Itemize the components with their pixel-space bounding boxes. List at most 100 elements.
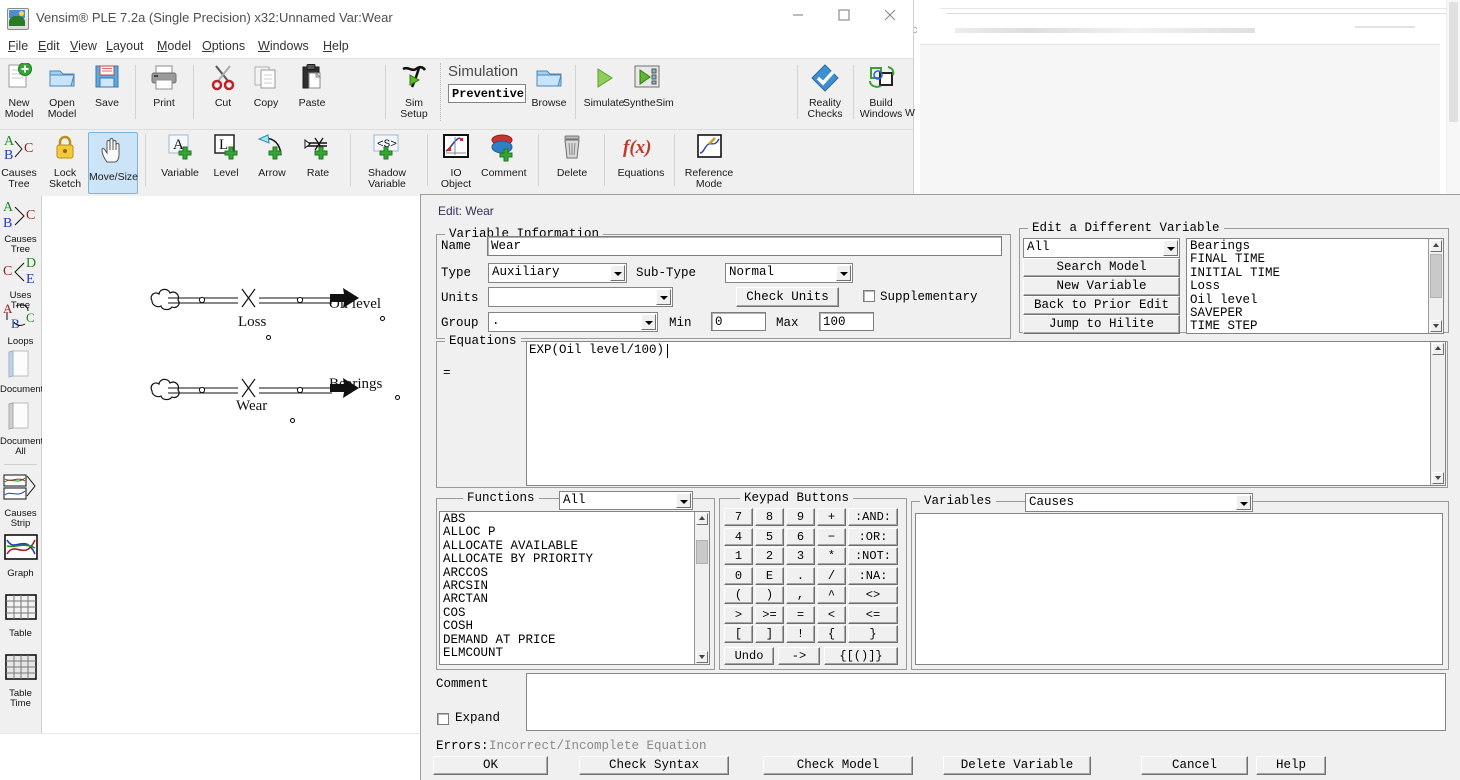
rate-label-wear[interactable]: Wear [236, 398, 267, 415]
tool-causes-strip[interactable]: Causes Strip [0, 472, 41, 530]
keypad-button[interactable]: * [817, 547, 846, 565]
keypad-button[interactable]: >= [755, 605, 784, 624]
keypad-button[interactable]: , [786, 586, 815, 604]
keypad-button[interactable]: 8 [755, 508, 784, 526]
chevron-down-icon[interactable] [656, 289, 671, 305]
delete-variable-button[interactable]: Delete Variable [943, 756, 1091, 775]
keypad-button[interactable]: E [755, 566, 784, 585]
keypad-button[interactable]: 1 [724, 547, 753, 565]
rate-label-loss[interactable]: Loss [238, 314, 266, 331]
chevron-down-icon[interactable] [1163, 240, 1178, 256]
open-model-button[interactable]: Open Model [43, 63, 81, 120]
help-button[interactable]: Help [1256, 756, 1326, 775]
handle-bearings[interactable] [395, 395, 400, 400]
function-list-item[interactable]: ALLOCATE AVAILABLE [440, 539, 693, 553]
keypad-button[interactable]: 7 [724, 508, 753, 526]
tool-loops[interactable]: ABC Loops [0, 300, 41, 347]
maximize-icon[interactable] [821, 0, 867, 30]
reality-checks-button[interactable]: Reality Checks [803, 63, 847, 120]
function-list-item[interactable]: DEMAND AT PRICE [440, 633, 693, 647]
sim-setup-button[interactable]: Sim Setup [392, 63, 436, 120]
variable-list[interactable]: Bearings FINAL TIME INITIAL TIME Loss Oil le… [1186, 238, 1444, 334]
keypad-button[interactable]: ! [786, 625, 815, 643]
new-model-button[interactable]: New Model [0, 62, 38, 120]
variable-list-item[interactable]: Oil level [1187, 293, 1427, 307]
handle-loss[interactable] [266, 335, 271, 340]
add-level-button[interactable]: L Level [206, 133, 246, 179]
keypad-button[interactable]: . [786, 566, 815, 585]
handle-oil-level[interactable] [380, 316, 385, 321]
expand-checkbox[interactable] [437, 713, 449, 725]
keypad-button[interactable]: [ [724, 625, 753, 643]
scroll-up-icon[interactable] [1432, 343, 1444, 355]
keypad-button[interactable]: {[()]} [824, 646, 898, 665]
scrollbar-thumb[interactable] [1430, 254, 1442, 298]
keypad-button[interactable]: :NOT: [848, 547, 898, 565]
variable-list-item[interactable]: Loss [1187, 279, 1427, 293]
function-list-item[interactable]: ARCTAN [440, 593, 693, 607]
add-rate-button[interactable]: Rate [298, 133, 338, 179]
new-variable-button[interactable]: New Variable [1023, 277, 1180, 296]
keypad-button[interactable]: / [817, 566, 846, 585]
function-list-item[interactable]: ARCCOS [440, 566, 693, 580]
add-variable-button[interactable]: A Variable [158, 133, 202, 179]
browse-button[interactable]: Browse [530, 63, 568, 109]
menu-windows[interactable]: Windows [253, 38, 314, 54]
keypad-button[interactable]: :AND: [848, 508, 898, 526]
check-units-button[interactable]: Check Units [736, 287, 839, 307]
menu-help[interactable]: Help [318, 38, 354, 54]
scroll-down-icon[interactable] [1430, 320, 1442, 332]
add-comment-button[interactable]: Comment [481, 133, 527, 179]
menu-edit[interactable]: Edit [33, 38, 65, 54]
equation-editor[interactable]: EXP(Oil level/100) [526, 341, 1446, 486]
tool-table-time[interactable]: Table Time [0, 652, 41, 710]
keypad-button[interactable]: -> [778, 646, 820, 665]
scroll-up-icon[interactable] [1430, 240, 1442, 252]
keypad-button[interactable]: + [817, 508, 846, 526]
keypad-button[interactable]: 5 [755, 527, 784, 546]
close-icon[interactable] [867, 0, 913, 30]
variable-list-scrollbar[interactable] [1428, 239, 1443, 333]
variable-list-item[interactable]: FINAL TIME [1187, 252, 1427, 266]
check-syntax-button[interactable]: Check Syntax [579, 756, 729, 775]
paste-button[interactable]: Paste [291, 63, 333, 109]
function-list-item[interactable]: COS [440, 606, 693, 620]
keypad-button[interactable]: > [724, 605, 753, 624]
variable-list-items[interactable]: Bearings FINAL TIME INITIAL TIME Loss Oil le… [1187, 239, 1427, 333]
tool-graph[interactable]: Graph [0, 532, 41, 579]
stock-label-bearings[interactable]: Bearings [329, 376, 382, 393]
minimize-icon[interactable] [775, 0, 821, 30]
check-model-button[interactable]: Check Model [763, 756, 913, 775]
keypad-button[interactable]: 3 [786, 547, 815, 565]
min-input[interactable]: 0 [711, 312, 766, 331]
variable-list-item[interactable]: TIME STEP [1187, 320, 1427, 333]
keypad-button[interactable]: = [786, 605, 815, 624]
keypad-button[interactable]: <> [848, 586, 898, 604]
function-list[interactable]: ABS ALLOC P ALLOCATE AVAILABLE ALLOCATE BY … [439, 511, 710, 665]
keypad-button[interactable]: ) [755, 586, 784, 604]
print-button[interactable]: Print [144, 63, 184, 109]
menu-options[interactable]: Options [197, 38, 250, 54]
equations-button[interactable]: f(x) Equations [615, 133, 667, 179]
variable-list-item[interactable]: SAVEPER [1187, 306, 1427, 320]
menu-file[interactable]: File [3, 38, 33, 54]
keypad-button[interactable]: :OR: [848, 527, 898, 546]
keypad-button[interactable]: ( [724, 586, 753, 604]
keypad-button[interactable]: <= [848, 605, 898, 624]
keypad-button[interactable]: :NA: [848, 566, 898, 585]
scrollbar-thumb[interactable] [696, 540, 708, 564]
keypad-button[interactable]: 6 [786, 527, 815, 546]
chevron-down-icon[interactable] [1236, 495, 1251, 510]
build-windows-button[interactable]: Build Windows [858, 63, 904, 120]
move-size-button[interactable]: Move/Size [88, 132, 138, 194]
variable-list-item[interactable]: INITIAL TIME [1187, 266, 1427, 280]
save-button[interactable]: Save [87, 63, 127, 109]
name-input[interactable]: Wear [487, 236, 1002, 256]
sketch-canvas[interactable]: Oil level Loss Bearings Wear [42, 196, 420, 733]
chevron-down-icon[interactable] [836, 265, 851, 281]
function-list-scrollbar[interactable] [694, 512, 709, 664]
equation-scrollbar[interactable] [1430, 342, 1445, 485]
menu-layout[interactable]: Layout [101, 38, 149, 54]
max-input[interactable]: 100 [819, 312, 874, 331]
cut-button[interactable]: Cut [204, 63, 242, 109]
